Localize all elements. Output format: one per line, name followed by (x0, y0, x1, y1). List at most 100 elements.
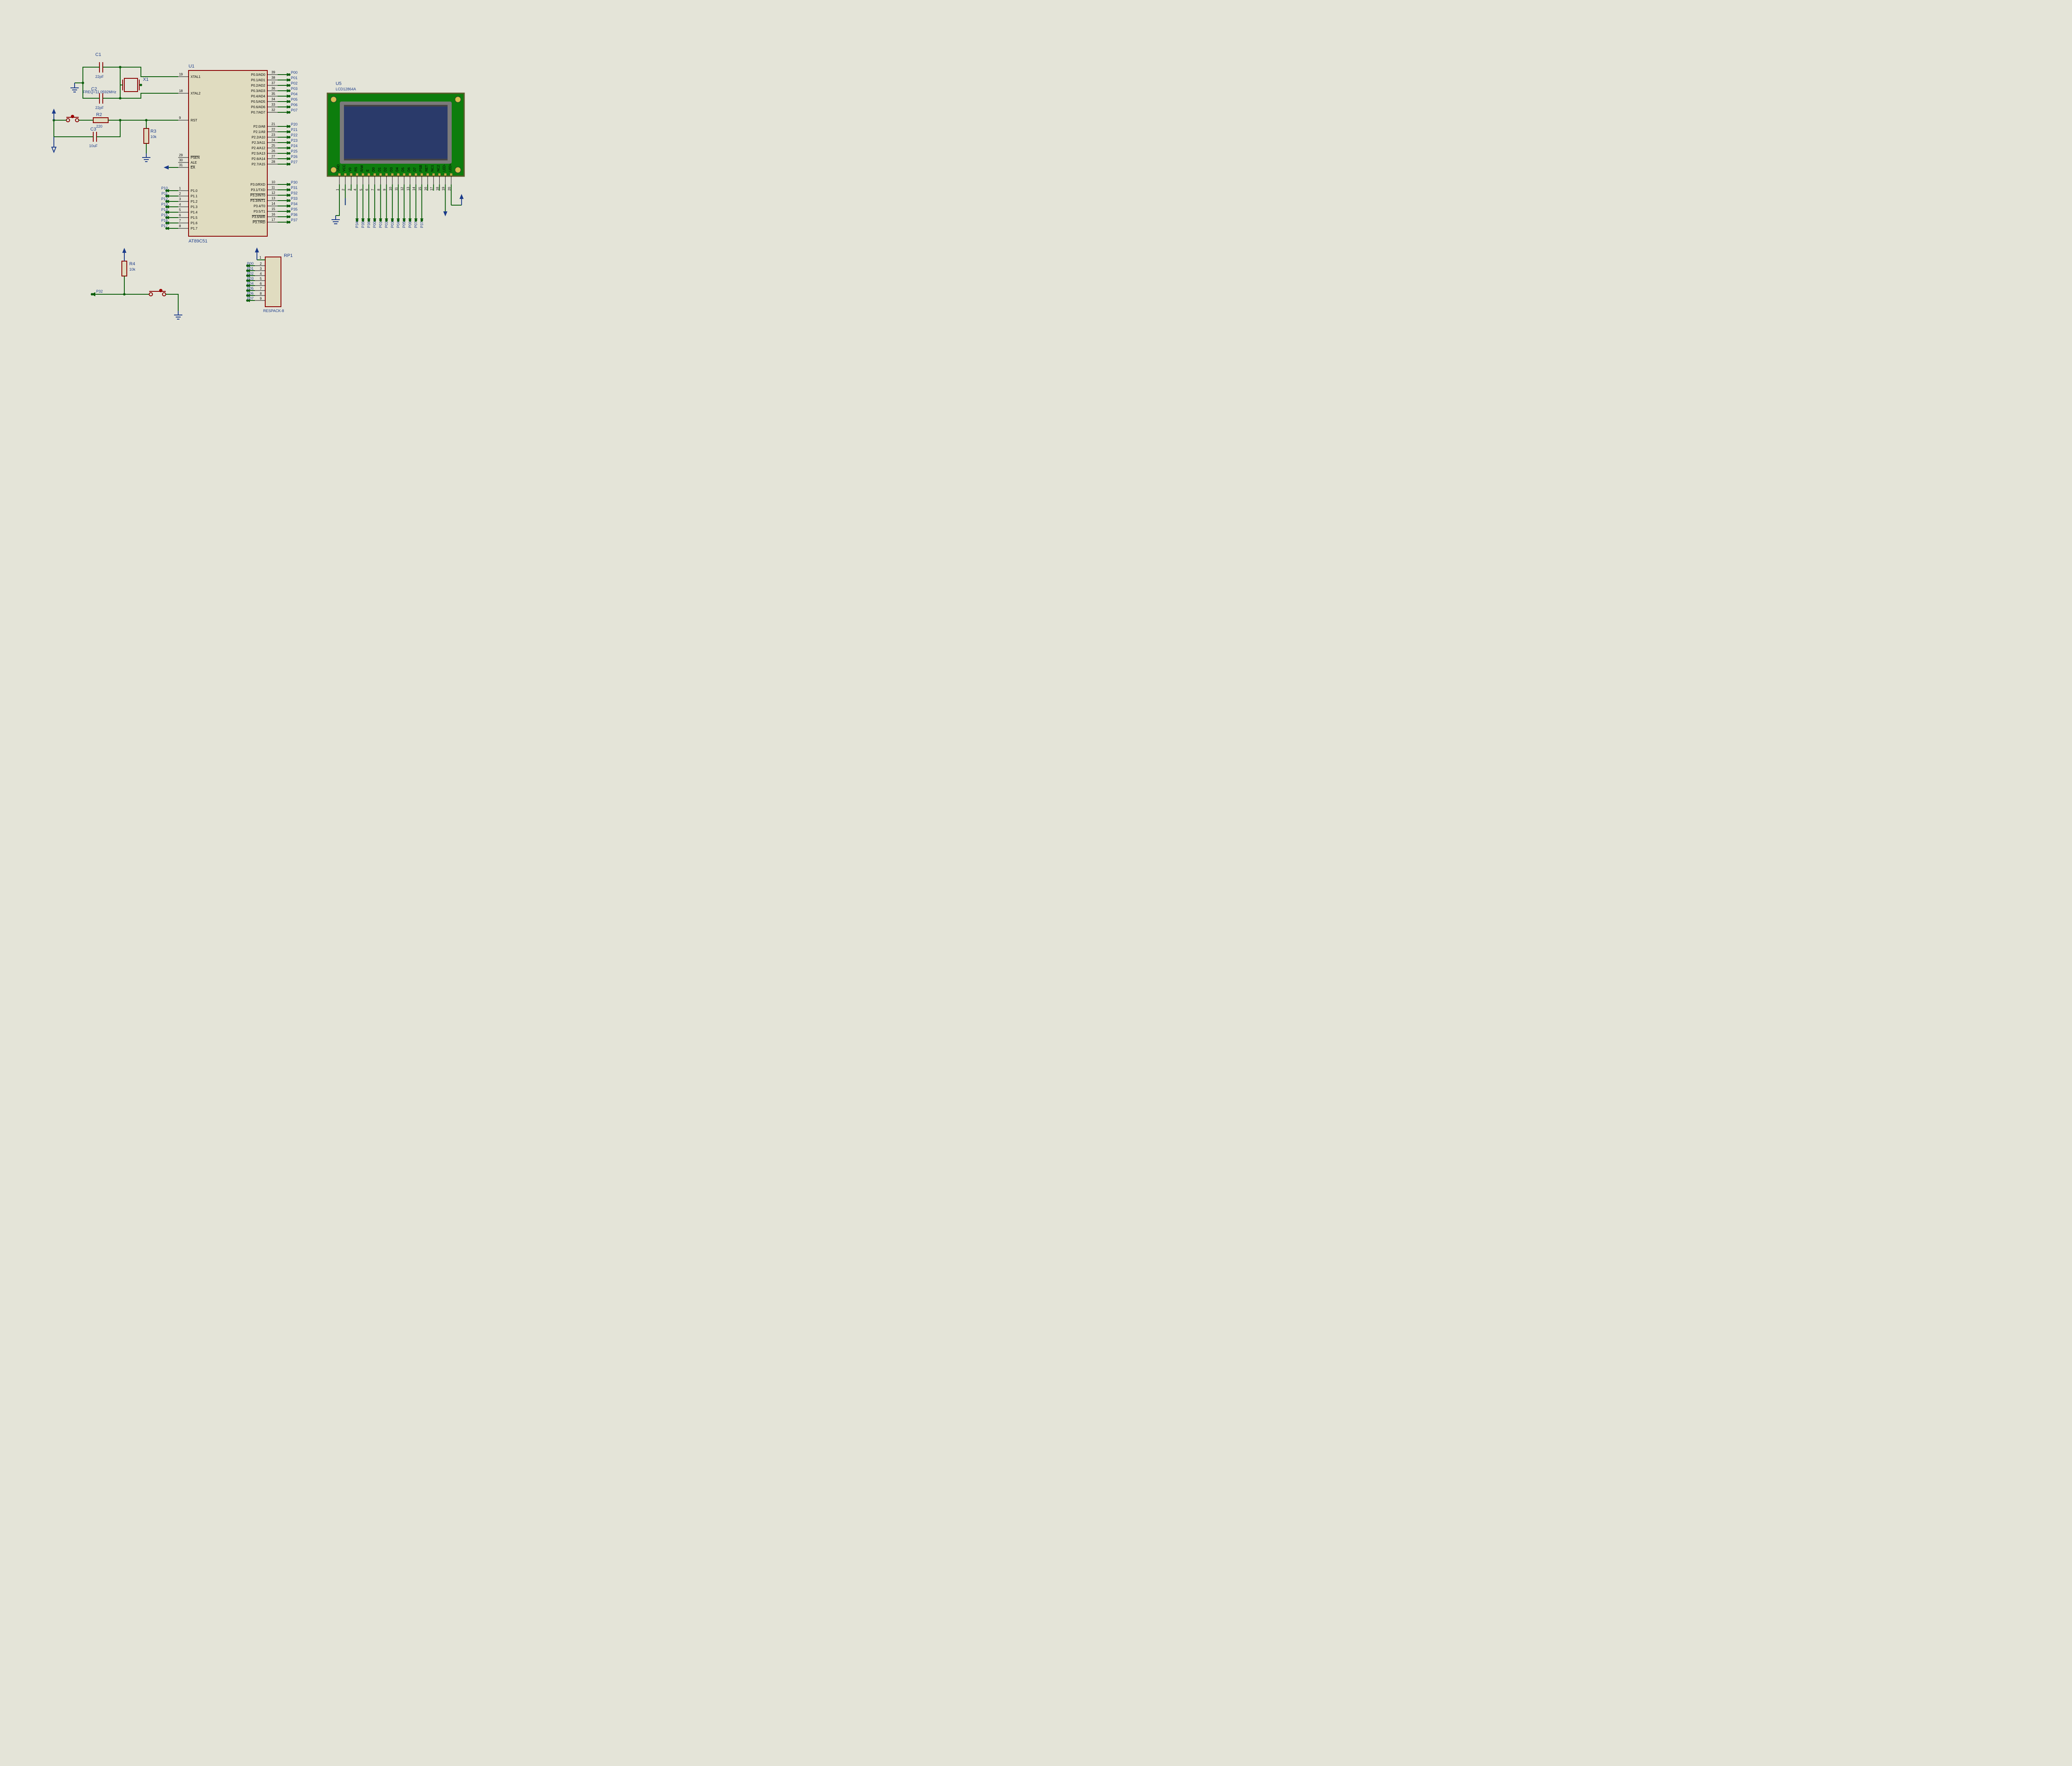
component-button-p32[interactable] (124, 289, 182, 319)
svg-text:P05: P05 (247, 286, 254, 291)
r4-ref: R4 (129, 262, 135, 266)
r2-value: 220 (96, 124, 102, 128)
svg-text:P36: P36 (367, 221, 371, 228)
svg-text:P1.5: P1.5 (191, 216, 198, 220)
svg-text:RET: RET (425, 165, 428, 172)
svg-text:8: 8 (260, 292, 262, 296)
svg-text:GND: GND (336, 164, 340, 172)
component-c3[interactable]: C3 10uF (89, 127, 98, 148)
c3-ref: C3 (90, 127, 96, 132)
svg-text:39: 39 (271, 70, 275, 74)
svg-text:E: E (366, 170, 370, 172)
svg-text:P32: P32 (96, 289, 103, 293)
svg-text:P35: P35 (361, 221, 365, 228)
svg-text:12: 12 (400, 187, 404, 191)
component-r3[interactable]: R3 10k (144, 128, 157, 143)
svg-text:33: 33 (271, 103, 275, 107)
svg-text:P36: P36 (291, 213, 298, 217)
svg-text:ALE: ALE (191, 161, 197, 165)
svg-text:6: 6 (365, 189, 369, 191)
svg-text:36: 36 (271, 87, 275, 90)
svg-text:12: 12 (271, 191, 275, 195)
svg-text:P02: P02 (385, 221, 389, 228)
svg-text:4: 4 (260, 272, 262, 276)
svg-text:P07: P07 (414, 221, 418, 228)
svg-text:P23: P23 (291, 138, 298, 143)
svg-text:P1.4: P1.4 (191, 211, 198, 214)
svg-text:P0.3/AD3: P0.3/AD3 (251, 89, 266, 93)
svg-text:2: 2 (260, 262, 262, 266)
lcd-gnd-icon (332, 191, 340, 224)
svg-text:P07: P07 (291, 108, 298, 112)
svg-text:P16: P16 (161, 218, 168, 223)
component-r2[interactable]: R2 220 (93, 112, 108, 128)
svg-text:4: 4 (179, 203, 181, 206)
svg-text:7: 7 (179, 219, 181, 223)
component-reset-button[interactable] (66, 115, 79, 122)
component-u5[interactable]: U5 LCD12864A GNDVCCV0RSR/WED0D1D2D3D4D5D… (327, 81, 464, 176)
svg-text:D4: D4 (395, 167, 399, 172)
svg-text:P34: P34 (291, 202, 298, 206)
component-r4[interactable]: R4 10k (122, 261, 136, 276)
rp1-ref: RP1 (284, 253, 293, 258)
svg-text:P14: P14 (161, 208, 168, 212)
svg-text:P00: P00 (291, 70, 298, 75)
svg-text:P37: P37 (420, 221, 424, 228)
svg-text:D5: D5 (401, 167, 405, 172)
svg-text:P07: P07 (247, 296, 254, 300)
svg-text:16: 16 (271, 213, 275, 216)
svg-text:28: 28 (271, 160, 275, 164)
svg-text:3: 3 (347, 189, 351, 191)
svg-text:P35: P35 (291, 207, 298, 211)
r4-value: 10k (129, 267, 136, 271)
svg-text:P2.5/A13: P2.5/A13 (252, 152, 265, 155)
svg-text:P33: P33 (291, 196, 298, 201)
schematic-canvas: U1 AT89C51 19 XTAL1 18 XTAL2 9 RST 29 PS… (0, 0, 530, 373)
svg-text:15: 15 (271, 207, 275, 211)
svg-text:P11: P11 (162, 191, 168, 196)
svg-text:29: 29 (179, 153, 183, 157)
component-c1[interactable]: C1 22pF (95, 52, 104, 79)
svg-text:19: 19 (179, 73, 183, 76)
svg-text:P27: P27 (291, 160, 298, 164)
svg-text:P2.0/A8: P2.0/A8 (254, 125, 266, 128)
svg-text:11: 11 (395, 187, 398, 191)
svg-text:P22: P22 (291, 133, 298, 137)
svg-text:19: 19 (442, 187, 445, 191)
svg-text:9: 9 (179, 116, 181, 120)
svg-text:3: 3 (179, 197, 181, 201)
svg-text:23: 23 (271, 133, 275, 137)
svg-text:35: 35 (271, 92, 275, 96)
svg-text:2: 2 (179, 192, 181, 196)
svg-text:P05: P05 (402, 221, 406, 228)
svg-text:P3.0/RXD: P3.0/RXD (250, 183, 265, 187)
c2-value: 22pF (95, 106, 104, 110)
component-u1[interactable]: U1 AT89C51 19 XTAL1 18 XTAL2 9 RST 29 PS… (161, 64, 298, 244)
svg-text:1: 1 (179, 187, 181, 190)
svg-text:P10: P10 (161, 186, 168, 190)
u1-value: AT89C51 (189, 239, 208, 244)
x1-ref: X1 (143, 77, 148, 82)
svg-text:P2.3/A11: P2.3/A11 (252, 141, 266, 145)
u1-ref: U1 (189, 64, 194, 69)
svg-text:VCC: VCC (342, 165, 346, 172)
component-rp1[interactable]: RP1 RESPACK-8 12P003P014P025P036P047P058… (246, 253, 293, 313)
svg-text:8: 8 (377, 189, 380, 191)
svg-text:P06: P06 (291, 103, 298, 107)
svg-text:P32: P32 (291, 191, 298, 195)
svg-text:15: 15 (418, 187, 422, 191)
svg-text:6: 6 (179, 213, 181, 217)
svg-text:9: 9 (383, 189, 387, 191)
svg-text:7: 7 (371, 189, 375, 191)
svg-text:9: 9 (260, 297, 262, 300)
svg-text:18: 18 (436, 187, 439, 191)
svg-text:11: 11 (271, 186, 275, 189)
svg-text:D0: D0 (372, 167, 375, 172)
svg-text:P3.2/INT0: P3.2/INT0 (250, 194, 266, 197)
svg-text:P0.5/AD5: P0.5/AD5 (251, 100, 266, 104)
svg-text:R/W: R/W (360, 165, 364, 172)
svg-text:P01: P01 (247, 266, 254, 271)
svg-text:24: 24 (271, 138, 275, 142)
svg-text:P1.3: P1.3 (191, 205, 198, 209)
rp1-value: RESPACK-8 (263, 309, 284, 313)
